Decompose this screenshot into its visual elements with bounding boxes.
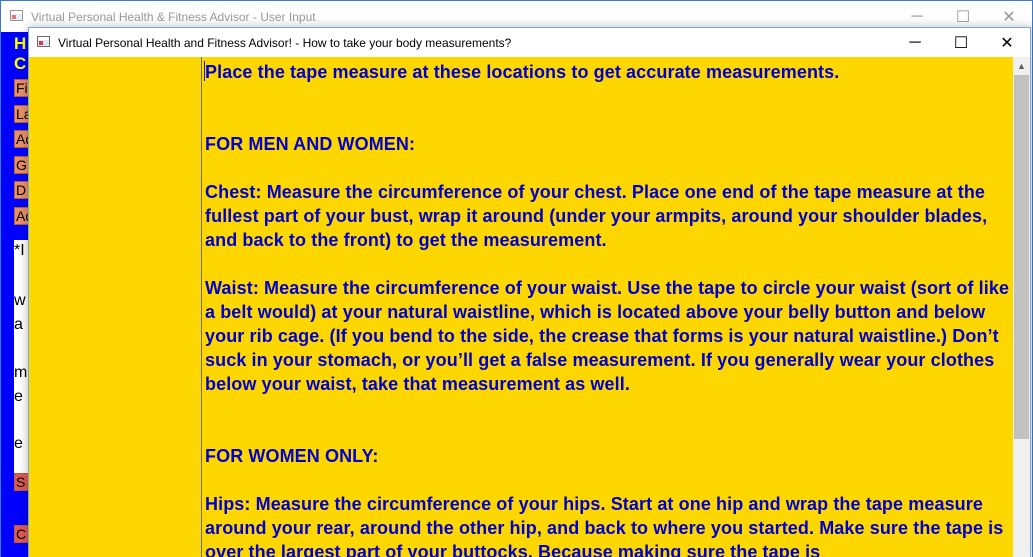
measurements-text: Place the tape measure at these location… [205,60,1010,557]
chest-instructions: Chest: Measure the circumference of your… [205,182,988,250]
hips-instructions: Hips: Measure the circumference of your … [205,494,1004,557]
measurements-window-controls: ─ ☐ ✕ [892,28,1030,57]
measurements-left-panel [29,57,202,557]
scroll-up-icon[interactable]: ▲ [1013,57,1030,74]
close-icon[interactable]: ✕ [984,28,1030,57]
intro-text: Place the tape measure at these location… [205,62,840,82]
vertical-scrollbar[interactable]: ▲ [1013,57,1030,557]
minimize-icon[interactable]: ─ [892,28,938,57]
user-input-title: Virtual Personal Health & Fitness Adviso… [31,10,316,24]
measurements-window: Virtual Personal Health and Fitness Advi… [28,27,1031,557]
measurements-text-area[interactable]: Place the tape measure at these location… [203,57,1011,557]
measurements-body: Place the tape measure at these location… [29,57,1030,557]
section-men-women-heading: FOR MEN AND WOMEN: [205,134,416,154]
app-window-icon [10,10,23,21]
measurements-title: Virtual Personal Health and Fitness Advi… [58,36,512,50]
app-window-icon [37,36,50,47]
measurements-titlebar[interactable]: Virtual Personal Health and Fitness Advi… [29,28,1030,57]
section-women-heading: FOR WOMEN ONLY: [205,446,379,466]
maximize-icon[interactable]: ☐ [938,28,984,57]
scrollbar-thumb[interactable] [1014,75,1029,439]
waist-instructions: Waist: Measure the circumference of your… [205,278,1010,394]
